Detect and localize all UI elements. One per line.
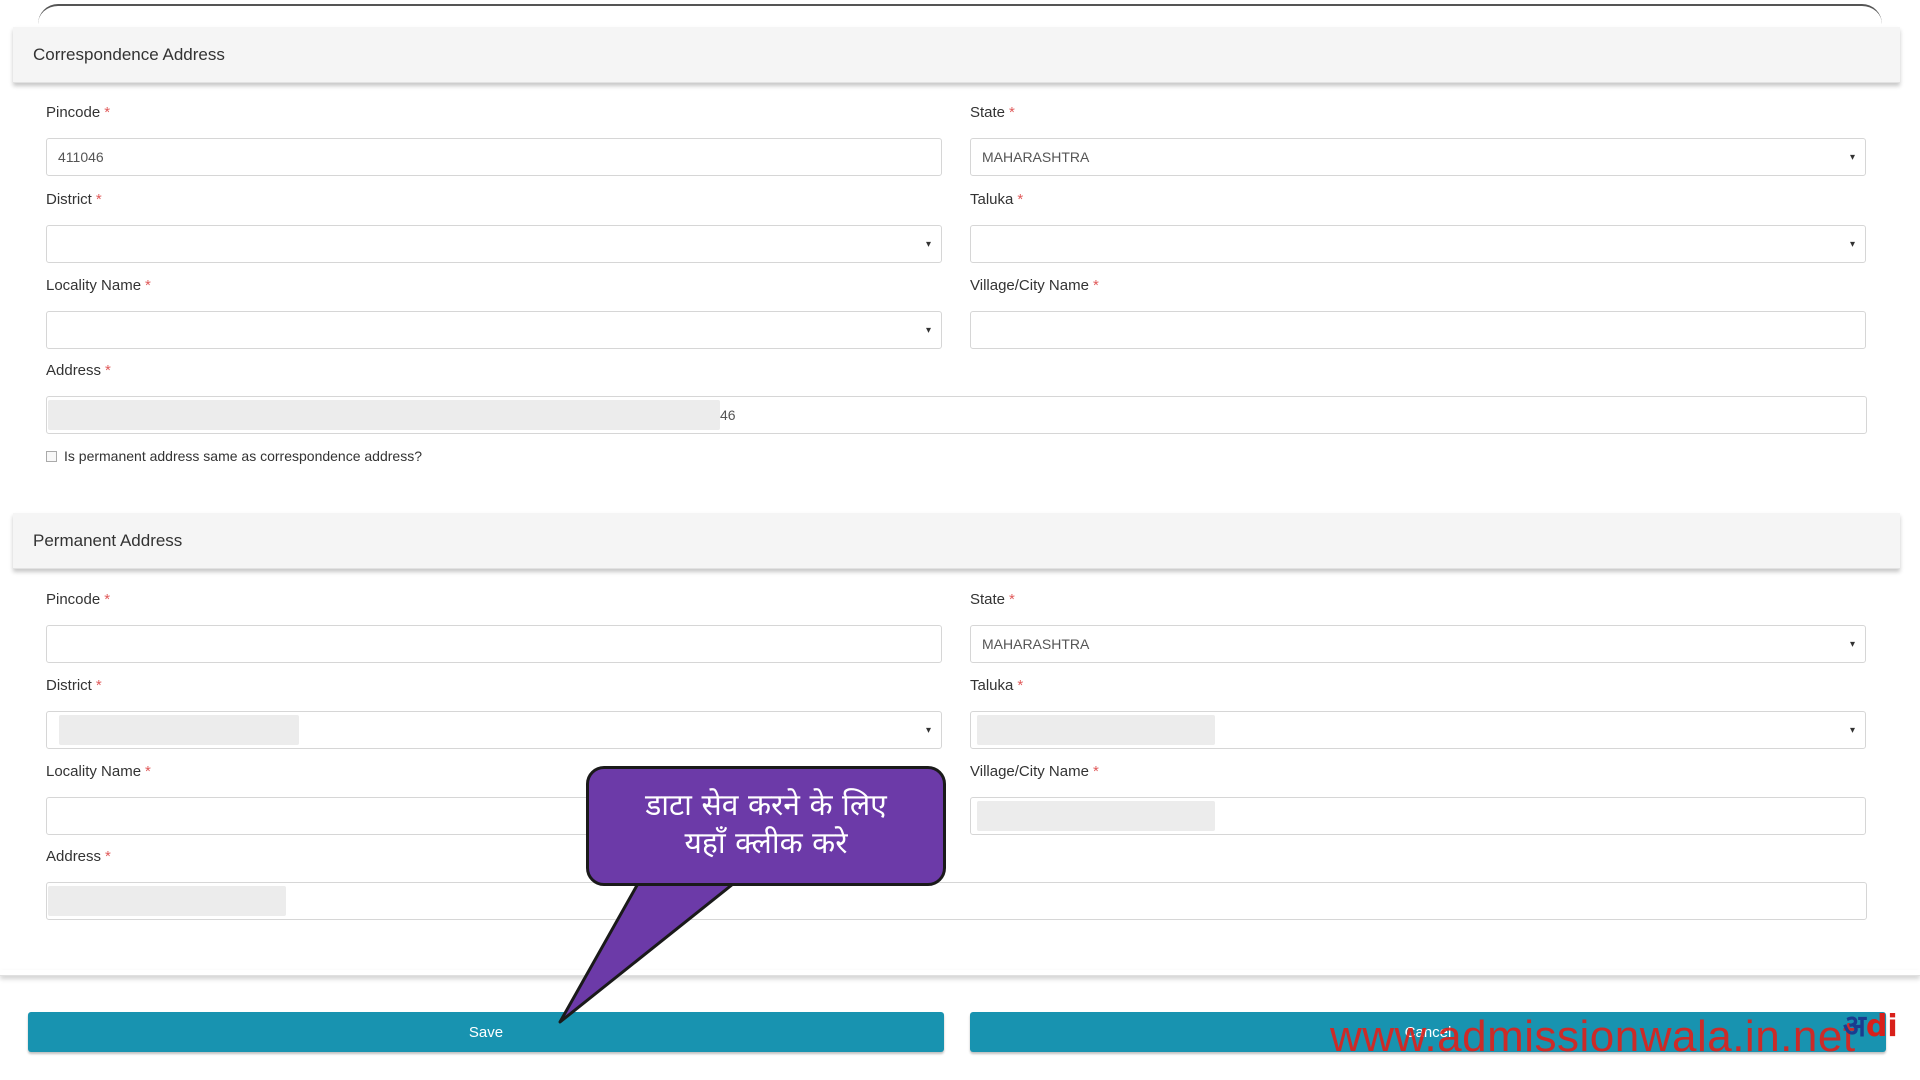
- redacted-text: [59, 715, 299, 745]
- perm-pincode-label: Pincode *: [46, 591, 111, 608]
- perm-address-label: Address *: [46, 848, 111, 865]
- perm-state-select[interactable]: MAHARASHTRA ▾: [970, 625, 1866, 663]
- redacted-text: [977, 801, 1215, 831]
- corr-taluka-select[interactable]: ▾: [970, 225, 1866, 263]
- corr-district-select[interactable]: ▾: [46, 225, 942, 263]
- corr-taluka-label: Taluka *: [970, 191, 1024, 208]
- chevron-down-icon: ▾: [1849, 239, 1855, 250]
- corr-village-label: Village/City Name *: [970, 277, 1099, 294]
- redacted-text: [977, 715, 1215, 745]
- site-watermark: www.admissionwala.in.net: [1330, 1012, 1856, 1061]
- permanent-card-header: Permanent Address: [13, 513, 1900, 569]
- corr-locality-label: Locality Name *: [46, 277, 151, 294]
- perm-locality-label: Locality Name *: [46, 763, 151, 780]
- chevron-down-icon: ▾: [1849, 639, 1855, 650]
- perm-taluka-select[interactable]: ▾: [970, 711, 1866, 749]
- perm-district-label: District *: [46, 677, 102, 694]
- correspondence-title: Correspondence Address: [33, 44, 225, 64]
- chevron-down-icon: ▾: [925, 325, 931, 336]
- perm-taluka-label: Taluka *: [970, 677, 1024, 694]
- chevron-down-icon: ▾: [1849, 152, 1855, 163]
- corr-village-input[interactable]: [970, 311, 1866, 349]
- save-hint-callout: डाटा सेव करने के लिए यहाँ क्लीक करे: [586, 766, 946, 886]
- form-footer-divider: [0, 970, 1920, 976]
- corr-address-input[interactable]: 46: [46, 396, 1867, 434]
- redacted-text: [48, 400, 720, 430]
- same-address-label: Is permanent address same as corresponde…: [64, 448, 422, 464]
- chevron-down-icon: ▾: [925, 239, 931, 250]
- correspondence-card-header: Correspondence Address: [13, 27, 1900, 83]
- permanent-title: Permanent Address: [33, 530, 183, 550]
- perm-pincode-input[interactable]: [46, 625, 942, 663]
- callout-line-1: डाटा सेव करने के लिए: [645, 788, 887, 823]
- perm-address-input[interactable]: [46, 882, 1867, 920]
- corr-state-label: State *: [970, 104, 1015, 121]
- top-card-edge: [38, 4, 1882, 24]
- perm-district-select[interactable]: ▾: [46, 711, 942, 749]
- chevron-down-icon: ▾: [925, 725, 931, 736]
- callout-line-2: यहाँ क्लीक करे: [684, 826, 848, 861]
- brand-logo: अdi: [1843, 1009, 1898, 1044]
- same-address-checkbox[interactable]: [46, 450, 57, 462]
- corr-pincode-input[interactable]: 411046: [46, 138, 942, 176]
- perm-state-label: State *: [970, 591, 1015, 608]
- redacted-text: [48, 886, 286, 916]
- corr-state-select[interactable]: MAHARASHTRA ▾: [970, 138, 1866, 176]
- corr-pincode-label: Pincode *: [46, 104, 111, 121]
- corr-district-label: District *: [46, 191, 102, 208]
- save-button[interactable]: Save: [28, 1012, 944, 1052]
- same-address-option[interactable]: Is permanent address same as corresponde…: [46, 448, 422, 464]
- perm-village-label: Village/City Name *: [970, 763, 1099, 780]
- corr-locality-select[interactable]: ▾: [46, 311, 942, 349]
- perm-village-input[interactable]: [970, 797, 1866, 835]
- chevron-down-icon: ▾: [1849, 725, 1855, 736]
- corr-address-label: Address *: [46, 362, 111, 379]
